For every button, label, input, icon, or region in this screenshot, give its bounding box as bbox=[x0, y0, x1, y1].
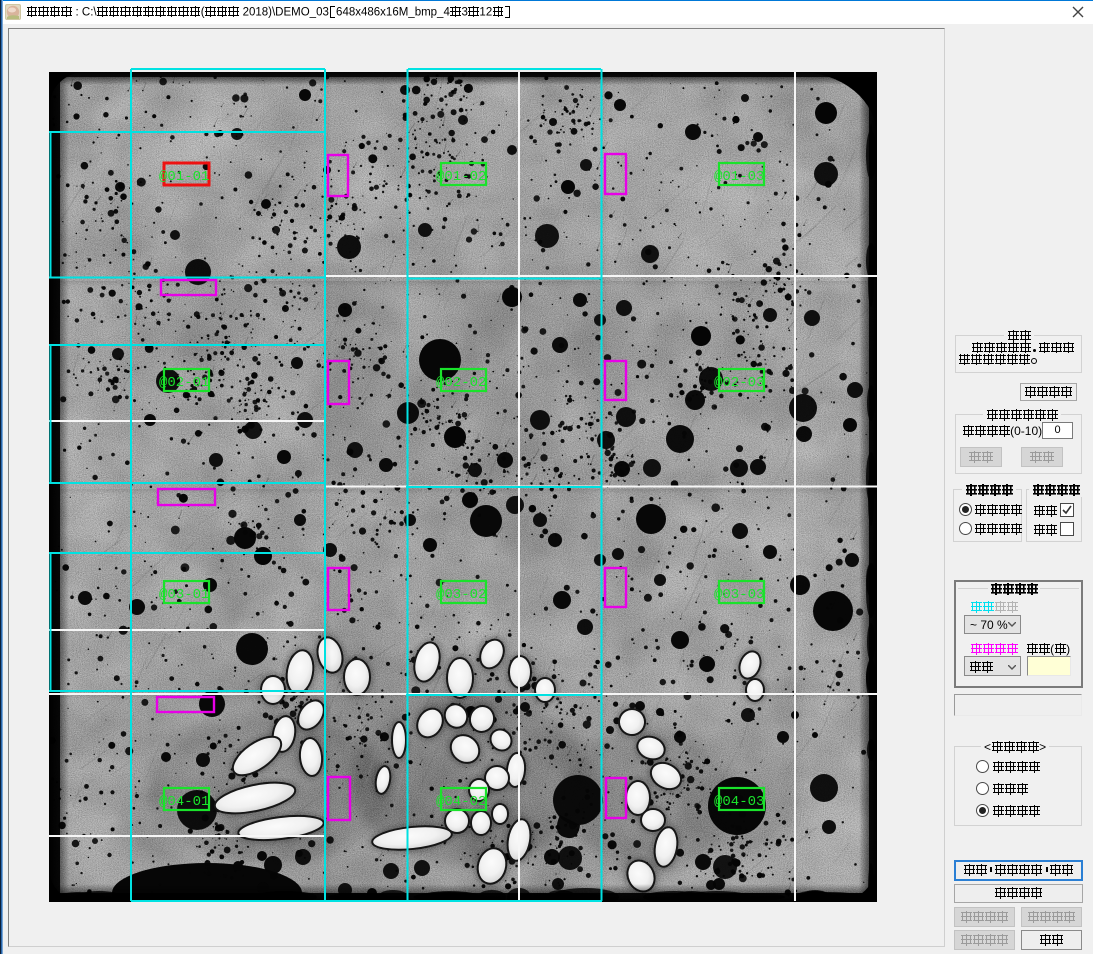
svg-text:@01-01: @01-01 bbox=[159, 169, 209, 185]
svg-text:@04-02: @04-02 bbox=[436, 794, 486, 810]
svg-text:@02-03: @02-03 bbox=[714, 375, 764, 391]
svg-text:@04-01: @04-01 bbox=[159, 794, 209, 810]
svg-text:@01-03: @01-03 bbox=[714, 169, 764, 185]
svg-text:@01-02: @01-02 bbox=[436, 169, 486, 185]
svg-text:@04-03: @04-03 bbox=[714, 794, 764, 810]
svg-text:@02-02: @02-02 bbox=[436, 375, 486, 391]
svg-text:@03-01: @03-01 bbox=[159, 587, 209, 603]
svg-text:@03-03: @03-03 bbox=[714, 587, 764, 603]
svg-text:@03-02: @03-02 bbox=[436, 587, 486, 603]
svg-text:@02-01: @02-01 bbox=[159, 375, 209, 391]
